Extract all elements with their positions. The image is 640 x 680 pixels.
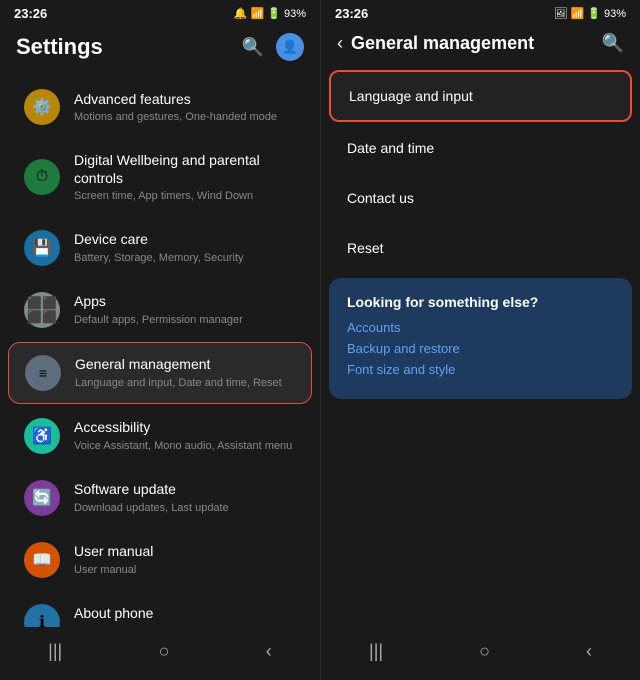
wifi-icon: 📶 [251, 7, 265, 20]
nav-home[interactable]: ○ [139, 637, 190, 666]
digital-wellbeing-title: Digital Wellbeing and parental controls [74, 151, 296, 187]
device-care-text: Device care Battery, Storage, Memory, Se… [74, 230, 296, 264]
left-status-bar: 23:26 🔔 📶 🔋 93% [0, 0, 320, 25]
left-status-time: 23:26 [14, 6, 47, 21]
right-item-contact-us[interactable]: Contact us [329, 174, 632, 222]
settings-title: Settings [16, 34, 103, 60]
settings-item-software-update[interactable]: 🔄 Software update Download updates, Last… [8, 468, 312, 528]
left-panel: 23:26 🔔 📶 🔋 93% Settings 🔍 👤 ⚙️ Advanced… [0, 0, 320, 680]
settings-item-user-manual[interactable]: 📖 User manual User manual [8, 530, 312, 590]
right-title-left: ‹ General management [337, 33, 534, 54]
left-search-icon[interactable]: 🔍 [242, 37, 264, 58]
about-phone-icon: ℹ [24, 604, 60, 627]
general-management-title: General management [75, 355, 295, 373]
right-item-date-time[interactable]: Date and time [329, 124, 632, 172]
left-nav-bar: ||| ○ ‹ [0, 627, 320, 680]
software-update-text: Software update Download updates, Last u… [74, 480, 296, 514]
digital-wellbeing-text: Digital Wellbeing and parental controls … [74, 151, 296, 204]
advanced-features-subtitle: Motions and gestures, One-handed mode [74, 110, 296, 124]
user-manual-subtitle: User manual [74, 563, 296, 577]
settings-item-advanced-features[interactable]: ⚙️ Advanced features Motions and gesture… [8, 77, 312, 137]
suggestion-link-accounts[interactable]: Accounts [347, 320, 614, 335]
user-manual-text: User manual User manual [74, 542, 296, 576]
settings-item-device-care[interactable]: 💾 Device care Battery, Storage, Memory, … [8, 218, 312, 278]
general-management-subtitle: Language and input, Date and time, Reset [75, 376, 295, 390]
advanced-features-text: Advanced features Motions and gestures, … [74, 90, 296, 124]
right-nav-back[interactable]: ‹ [566, 637, 612, 666]
device-care-icon: 💾 [24, 230, 60, 266]
device-care-subtitle: Battery, Storage, Memory, Security [74, 251, 296, 265]
right-nav-bar: ||| ○ ‹ [321, 627, 640, 680]
advanced-features-icon: ⚙️ [24, 89, 60, 125]
advanced-features-title: Advanced features [74, 90, 296, 108]
battery-icon: 🔋 93% [267, 7, 306, 20]
avatar[interactable]: 👤 [276, 33, 304, 61]
general-management-text: General management Language and input, D… [75, 355, 295, 389]
right-status-icons: 🖼 📶 🔋 93% [554, 7, 626, 20]
back-button[interactable]: ‹ [337, 33, 343, 54]
software-update-title: Software update [74, 480, 296, 498]
right-status-time: 23:26 [335, 6, 368, 21]
software-update-icon: 🔄 [24, 480, 60, 516]
apps-icon: ⬛⬛⬛⬛ [24, 292, 60, 328]
contact-us-title: Contact us [347, 190, 614, 206]
suggestion-link-font-size[interactable]: Font size and style [347, 362, 614, 377]
settings-item-accessibility[interactable]: ♿ Accessibility Voice Assistant, Mono au… [8, 406, 312, 466]
about-phone-text: About phone Status, Legal information, P… [74, 604, 296, 627]
digital-wellbeing-icon: ⏱ [24, 159, 60, 195]
right-nav-home[interactable]: ○ [459, 637, 510, 666]
right-battery-icon: 🔋 93% [587, 7, 626, 20]
nav-back[interactable]: ‹ [246, 637, 292, 666]
settings-item-about-phone[interactable]: ℹ About phone Status, Legal information,… [8, 592, 312, 627]
right-item-language-input[interactable]: Language and input [329, 70, 632, 122]
software-update-subtitle: Download updates, Last update [74, 501, 296, 515]
right-panel-title: General management [351, 33, 534, 54]
right-search-icon[interactable]: 🔍 [602, 33, 624, 54]
accessibility-title: Accessibility [74, 418, 296, 436]
date-time-title: Date and time [347, 140, 614, 156]
right-nav-recents[interactable]: ||| [349, 637, 403, 666]
nav-recents[interactable]: ||| [28, 637, 82, 666]
settings-item-apps[interactable]: ⬛⬛⬛⬛ Apps Default apps, Permission manag… [8, 280, 312, 340]
user-manual-icon: 📖 [24, 542, 60, 578]
settings-list: ⚙️ Advanced features Motions and gesture… [0, 71, 320, 627]
signal-icon: 🔔 [234, 7, 248, 20]
reset-title: Reset [347, 240, 614, 256]
left-header: Settings 🔍 👤 [0, 25, 320, 71]
user-manual-title: User manual [74, 542, 296, 560]
general-management-icon: ≡ [25, 355, 61, 391]
apps-text: Apps Default apps, Permission manager [74, 292, 296, 326]
accessibility-icon: ♿ [24, 418, 60, 454]
settings-item-general-management[interactable]: ≡ General management Language and input,… [8, 342, 312, 404]
right-list: Language and input Date and time Contact… [321, 64, 640, 627]
left-status-icons: 🔔 📶 🔋 93% [234, 7, 306, 20]
left-header-icons: 🔍 👤 [242, 33, 304, 61]
accessibility-text: Accessibility Voice Assistant, Mono audi… [74, 418, 296, 452]
suggestion-card-title: Looking for something else? [347, 294, 614, 310]
right-status-bar: 23:26 🖼 📶 🔋 93% [321, 0, 640, 25]
right-gallery-icon: 🖼 [554, 7, 568, 20]
settings-item-digital-wellbeing[interactable]: ⏱ Digital Wellbeing and parental control… [8, 139, 312, 216]
apps-title: Apps [74, 292, 296, 310]
suggestion-card: Looking for something else? Accounts Bac… [329, 278, 632, 399]
suggestion-link-backup[interactable]: Backup and restore [347, 341, 614, 356]
accessibility-subtitle: Voice Assistant, Mono audio, Assistant m… [74, 439, 296, 453]
right-signal-icon: 📶 [571, 7, 585, 20]
apps-subtitle: Default apps, Permission manager [74, 313, 296, 327]
right-title-bar: ‹ General management 🔍 [321, 25, 640, 64]
digital-wellbeing-subtitle: Screen time, App timers, Wind Down [74, 189, 296, 203]
language-input-title: Language and input [349, 88, 612, 104]
about-phone-title: About phone [74, 604, 296, 622]
right-panel: 23:26 🖼 📶 🔋 93% ‹ General management 🔍 L… [320, 0, 640, 680]
right-item-reset[interactable]: Reset [329, 224, 632, 272]
device-care-title: Device care [74, 230, 296, 248]
